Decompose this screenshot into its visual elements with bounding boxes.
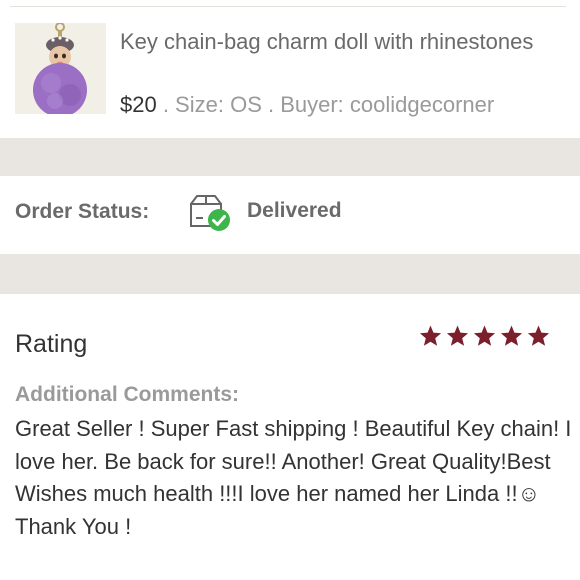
- divider: [10, 6, 566, 7]
- rating-card: Rating Additional Comments: Great Seller…: [0, 294, 580, 580]
- star-icon: [500, 325, 523, 346]
- doll-keychain-image: [15, 23, 106, 114]
- additional-comments-label: Additional Comments:: [15, 383, 239, 406]
- order-item-card: Key chain-bag charm doll with rhinestone…: [0, 0, 580, 138]
- box-check-icon: [188, 192, 234, 232]
- item-price: $20: [120, 92, 157, 117]
- star-icon: [419, 325, 442, 346]
- additional-comments-text: Great Seller ! Super Fast shipping ! Bea…: [15, 416, 572, 539]
- star-rating: [418, 324, 551, 348]
- item-thumbnail[interactable]: [15, 23, 106, 114]
- item-size: . Size: OS: [156, 92, 262, 117]
- star-icon: [446, 325, 469, 346]
- order-status-value: Delivered: [247, 199, 342, 222]
- star-icon: [527, 325, 550, 346]
- star-icon: [473, 325, 496, 346]
- item-title[interactable]: Key chain-bag charm doll with rhinestone…: [120, 26, 540, 58]
- order-status-card: Order Status: Delivered: [0, 176, 580, 254]
- order-status-label: Order Status:: [15, 200, 150, 223]
- item-meta: $20 . Size: OS . Buyer: coolidgecorner: [120, 91, 494, 119]
- item-buyer: . Buyer: coolidgecorner: [261, 92, 495, 117]
- rating-title: Rating: [15, 330, 88, 358]
